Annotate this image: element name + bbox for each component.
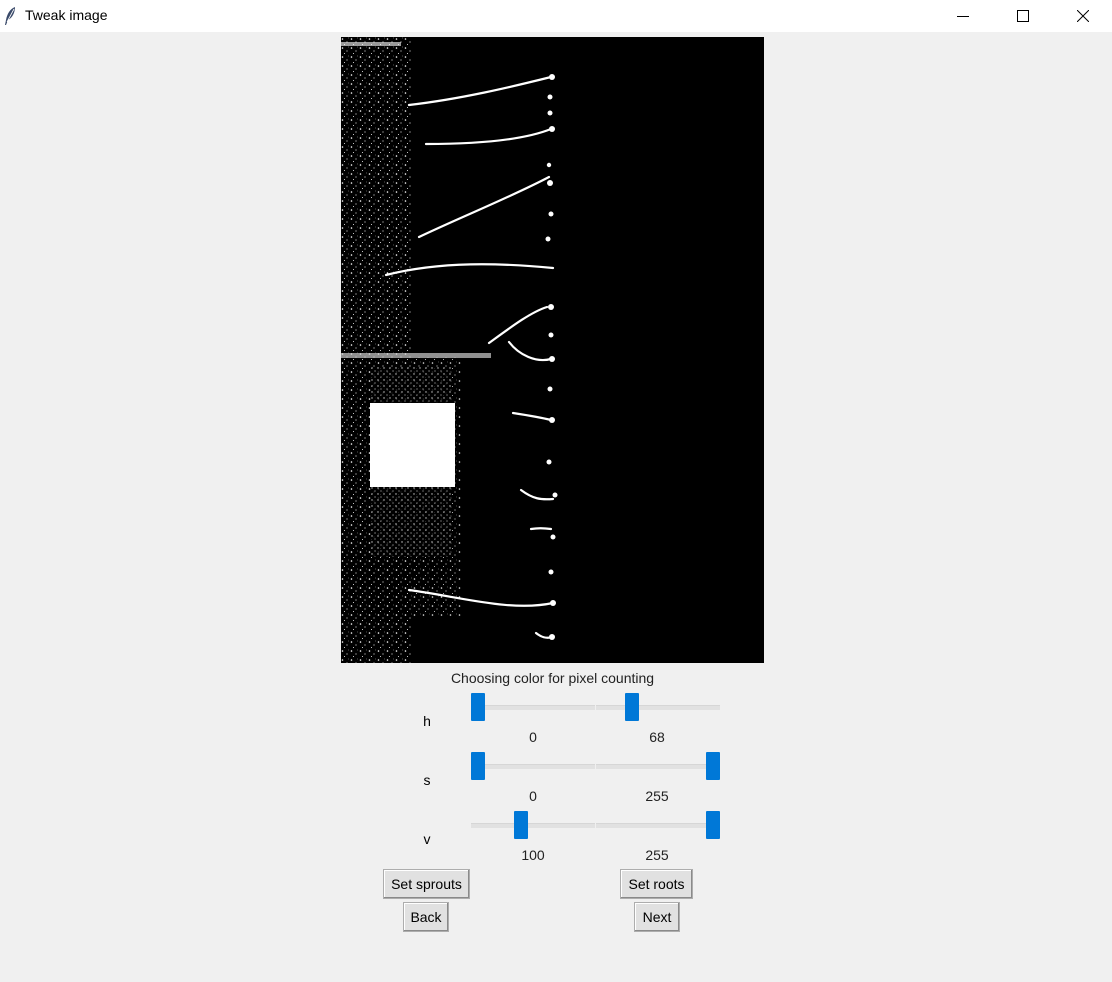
slider-track [596, 823, 720, 828]
slider-track [471, 823, 595, 828]
v-high-value: 255 [645, 847, 669, 863]
slider-track [596, 764, 720, 769]
slider-track [471, 705, 595, 710]
maximize-icon [1017, 10, 1029, 22]
v-high-slider[interactable] [596, 810, 720, 840]
set-roots-button[interactable]: Set roots [620, 869, 693, 899]
processed-image [341, 37, 764, 663]
s-label: s [423, 772, 431, 788]
slider-track [471, 764, 595, 769]
v-low-slider[interactable] [471, 810, 595, 840]
v-label: v [423, 831, 431, 847]
close-icon [1077, 10, 1089, 22]
window-title: Tweak image [25, 7, 108, 23]
minimize-button[interactable] [940, 0, 986, 32]
h-high-value: 68 [649, 729, 665, 745]
v-low-value: 100 [521, 847, 545, 863]
slider-track [596, 705, 720, 710]
back-button[interactable]: Back [403, 902, 449, 932]
close-button[interactable] [1060, 0, 1106, 32]
panel-caption: Choosing color for pixel counting [450, 670, 655, 686]
s-low-slider[interactable] [471, 751, 595, 781]
s-high-slider[interactable] [596, 751, 720, 781]
h-label: h [423, 713, 431, 729]
slider-thumb[interactable] [471, 693, 485, 721]
slider-thumb[interactable] [706, 811, 720, 839]
slider-thumb[interactable] [625, 693, 640, 721]
slider-thumb[interactable] [471, 752, 485, 780]
h-low-value: 0 [529, 729, 537, 745]
h-low-slider[interactable] [471, 692, 595, 722]
feather-icon [5, 7, 15, 25]
s-high-value: 255 [645, 788, 669, 804]
s-low-value: 0 [529, 788, 537, 804]
next-button[interactable]: Next [634, 902, 680, 932]
slider-thumb[interactable] [706, 752, 720, 780]
h-high-slider[interactable] [596, 692, 720, 722]
minimize-icon [957, 16, 969, 17]
seedling-mask-image [341, 37, 764, 663]
maximize-button[interactable] [1000, 0, 1046, 32]
slider-thumb[interactable] [514, 811, 529, 839]
title-bar: Tweak image [0, 0, 1112, 32]
set-sprouts-button[interactable]: Set sprouts [383, 869, 470, 899]
